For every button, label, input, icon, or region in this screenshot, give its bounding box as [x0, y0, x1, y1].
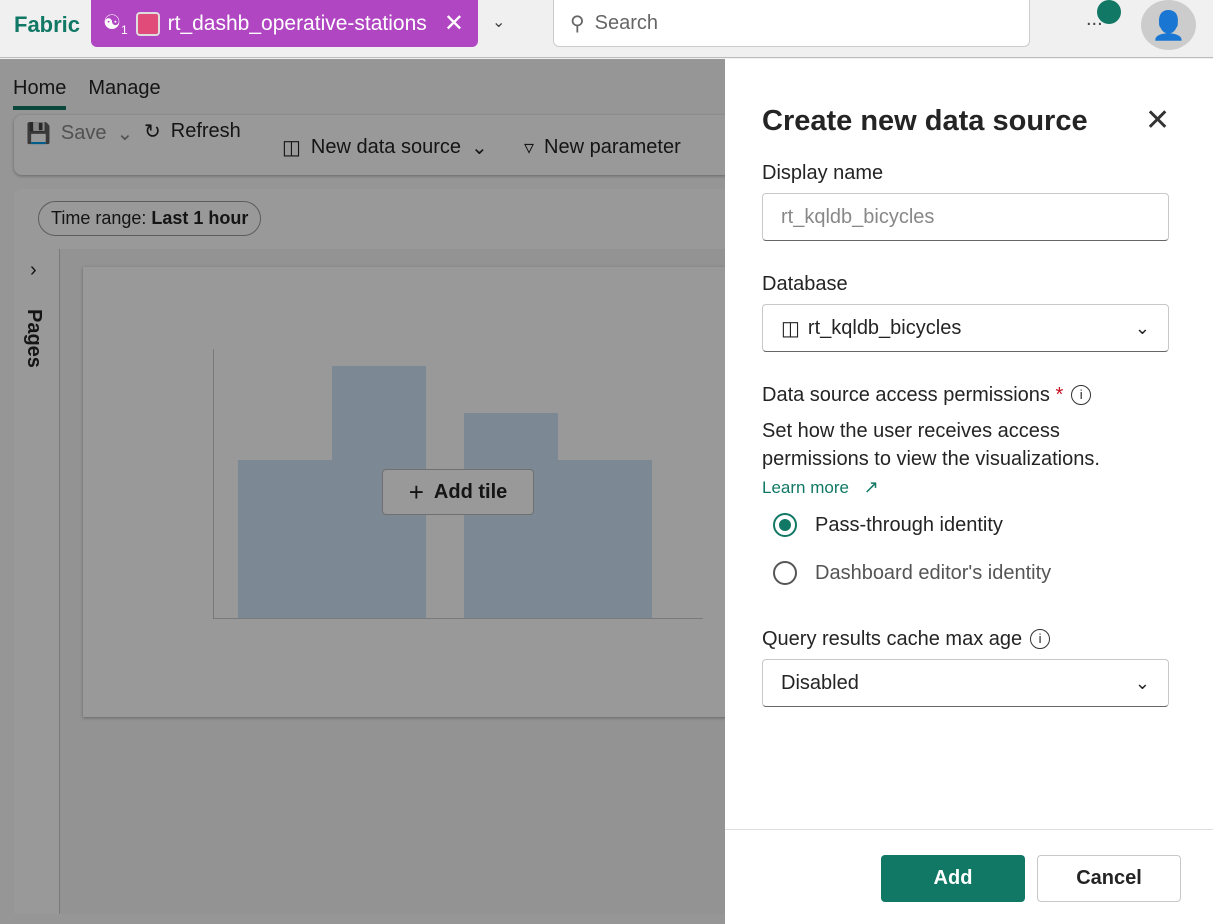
item-tab[interactable]: ☯1 rt_dashb_operative-stations ✕ [91, 0, 478, 47]
database-label: Database [762, 273, 848, 295]
info-icon[interactable]: i [1030, 628, 1051, 649]
chevron-down-icon: ⌄ [1134, 672, 1150, 693]
fabric-brand[interactable]: Fabric [14, 12, 80, 38]
radio-pass-through[interactable]: Pass-through identity [773, 513, 1003, 537]
tab-title: rt_dashb_operative-stations [167, 11, 427, 35]
chevron-down-icon: ⌄ [1134, 317, 1150, 338]
display-name-label: Display name [762, 162, 884, 184]
close-icon[interactable]: ✕ [1145, 103, 1170, 138]
cache-label: Query results cache max age i [762, 628, 1051, 651]
display-name-input[interactable]: rt_kqldb_bicycles [762, 193, 1169, 241]
chevron-down-icon[interactable]: ⌄ [492, 12, 505, 32]
permissions-description: Set how the user receives access permiss… [762, 420, 1100, 470]
dashboard-icon [135, 11, 160, 36]
learn-more-link[interactable]: Learn more ↗ [762, 477, 879, 498]
permissions-label: Data source access permissions * i [762, 384, 1092, 407]
database-icon: ◫ [781, 317, 800, 340]
add-button[interactable]: Add [881, 855, 1025, 902]
create-data-source-panel: Create new data source ✕ Display name rt… [725, 59, 1213, 924]
top-bar: Fabric ☯1 rt_dashb_operative-stations ✕ … [0, 0, 1213, 58]
workspace-icon: ☯1 [103, 12, 128, 37]
cancel-button[interactable]: Cancel [1037, 855, 1181, 902]
cache-select[interactable]: Disabled ⌄ [762, 659, 1169, 707]
search-icon: ⚲ [570, 12, 585, 35]
avatar[interactable]: 👤 [1141, 0, 1196, 50]
search-input[interactable]: ⚲ Search [553, 0, 1030, 47]
info-icon[interactable]: i [1071, 384, 1092, 405]
panel-title: Create new data source [762, 105, 1088, 137]
panel-footer: Add Cancel [725, 829, 1213, 924]
modal-overlay[interactable] [0, 59, 725, 924]
close-tab-icon[interactable]: ✕ [444, 9, 464, 38]
database-select[interactable]: ◫ rt_kqldb_bicycles ⌄ [762, 304, 1169, 352]
radio-dashboard-editor[interactable]: Dashboard editor's identity [773, 561, 1051, 585]
external-link-icon: ↗ [863, 477, 879, 497]
status-dot [1097, 0, 1121, 24]
